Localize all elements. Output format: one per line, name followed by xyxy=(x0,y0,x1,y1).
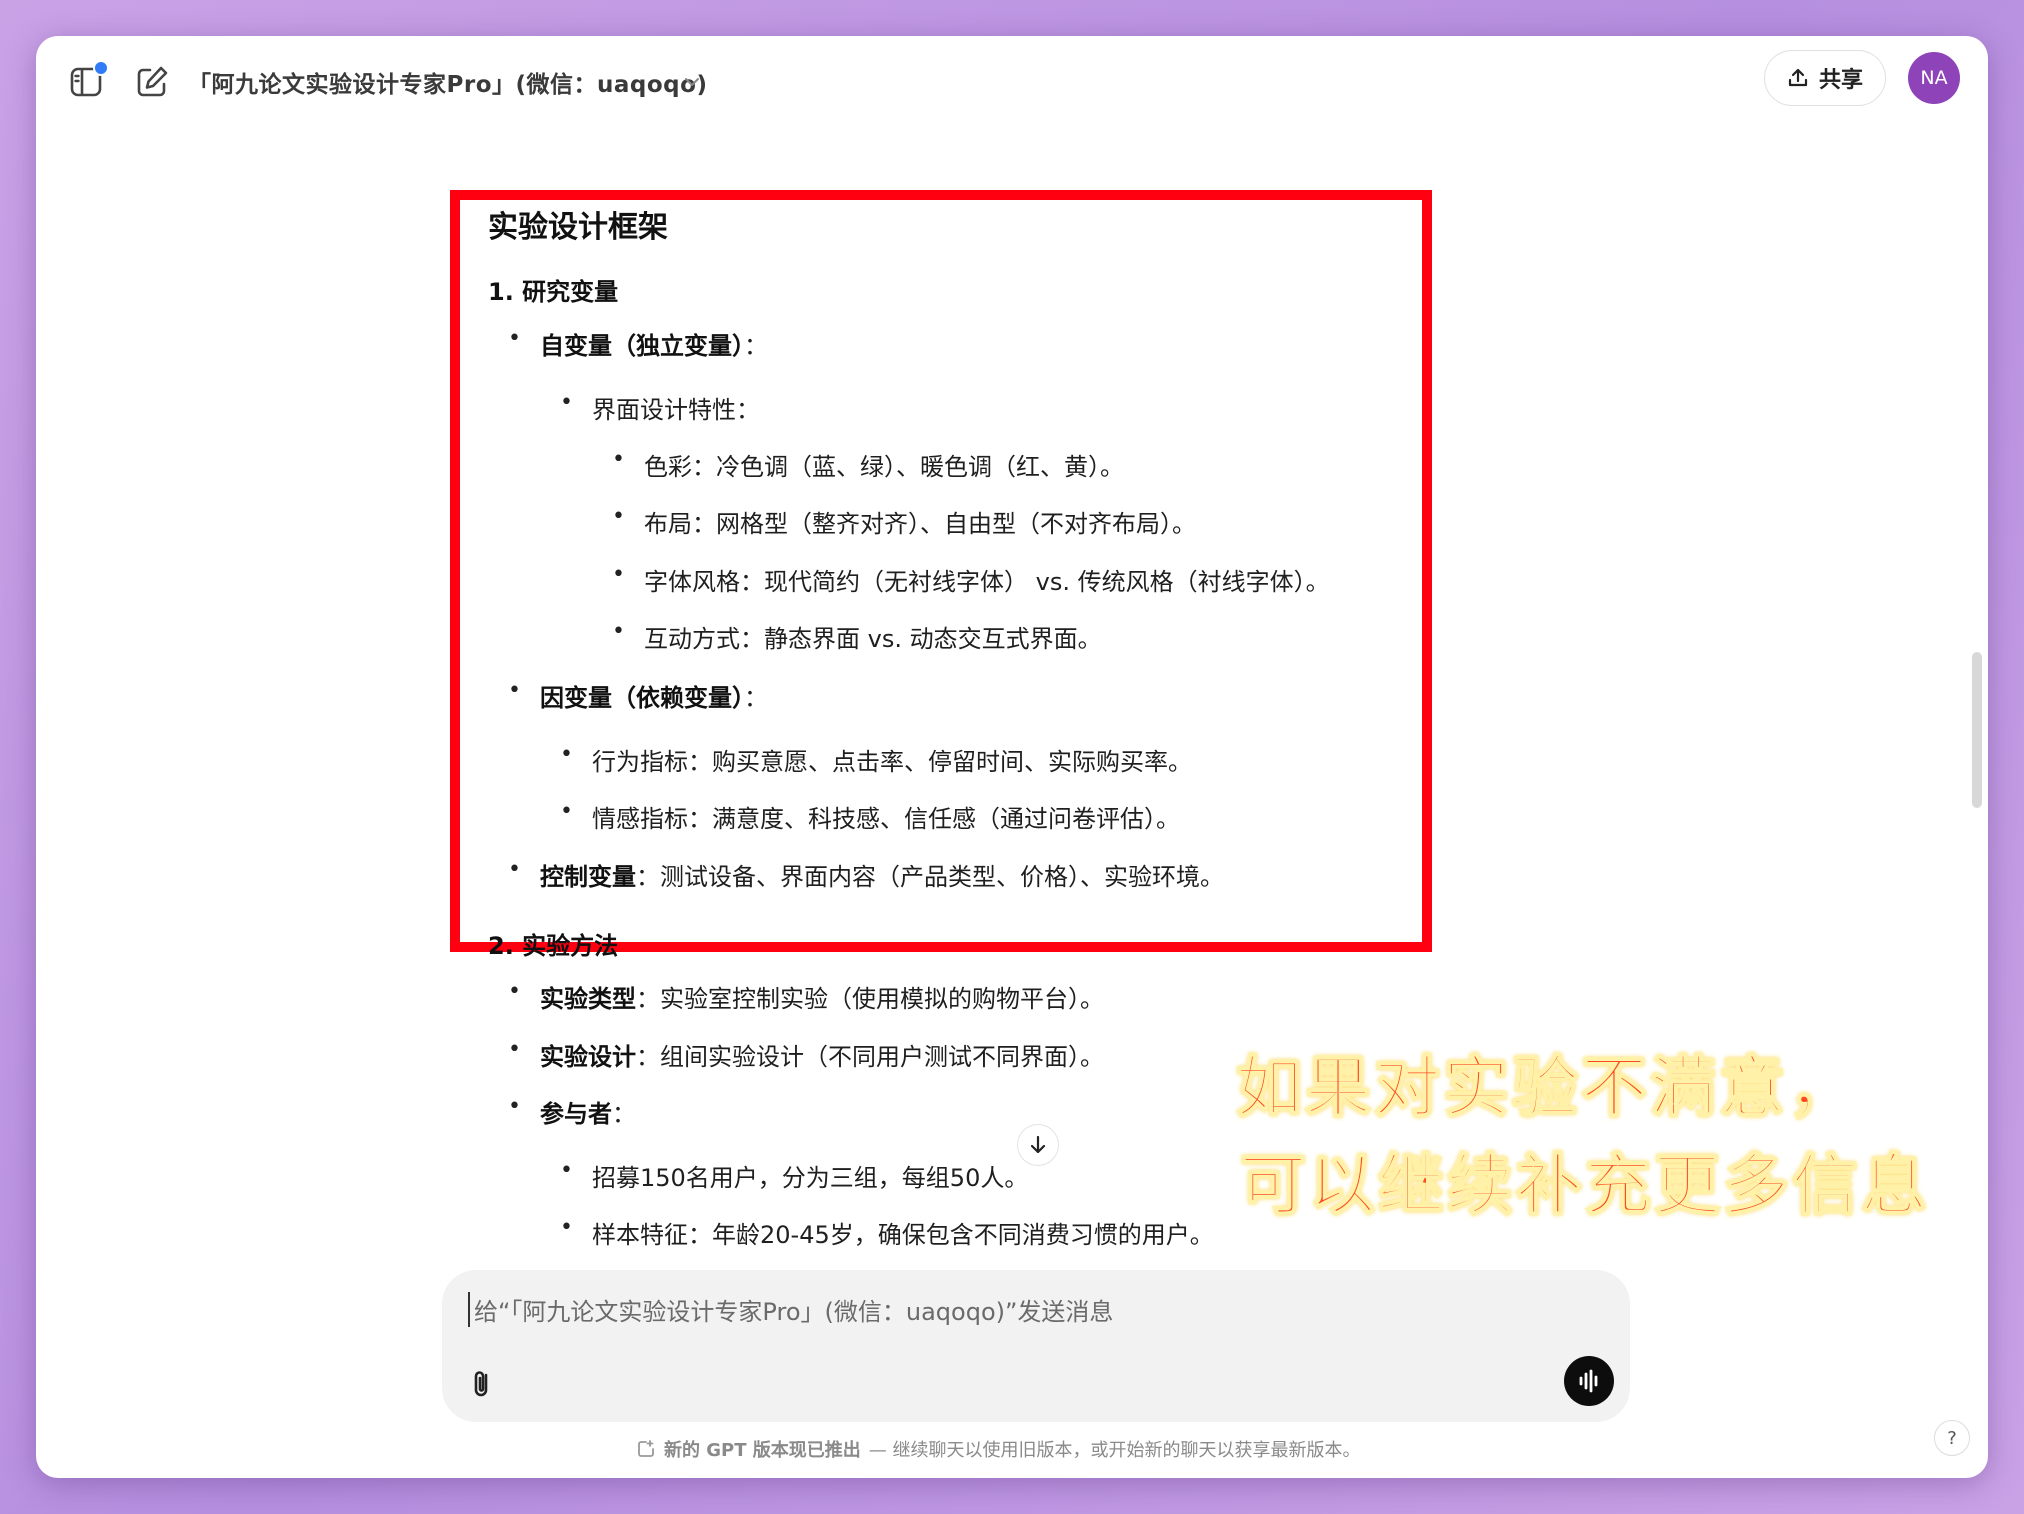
iv-colon: ： xyxy=(744,332,768,360)
dv-label: 因变量（依赖变量） xyxy=(540,684,744,712)
gpt-title[interactable]: 「阿九论文实验设计专家Pro」(微信：uaqoqo) xyxy=(188,65,707,99)
list-item-sample: 样本特征：年龄20-45岁，确保包含不同消费习惯的用户。 xyxy=(560,1215,1214,1250)
conversation-area: 实验设计框架 1. 研究变量 自变量（独立变量）： 界面设计特性： 色彩：冷色调… xyxy=(36,126,1988,1266)
notification-dot xyxy=(93,60,109,76)
design-label: 实验设计 xyxy=(540,1043,636,1071)
chevron-down-icon[interactable] xyxy=(682,72,702,92)
section-heading-method: 2. 实验方法 xyxy=(488,932,619,960)
overlay-caption-line1: 如果对实验不满意， xyxy=(1235,1048,1857,1127)
interaction-label: 互动方式： xyxy=(644,625,764,653)
layout-label: 布局： xyxy=(644,510,716,538)
layout-text: 网格型（整齐对齐）、自由型（不对齐布局）。 xyxy=(716,510,1196,538)
type-text: ：实验室控制实验（使用模拟的购物平台）。 xyxy=(636,985,1104,1013)
list-item-interaction: 互动方式：静态界面 vs. 动态交互式界面。 xyxy=(612,619,1102,654)
color-label: 色彩： xyxy=(644,453,716,481)
message-input[interactable]: 给“「阿九论文实验设计专家Pro」(微信：uaqoqo)”发送消息 xyxy=(468,1292,1113,1327)
list-item-participants: 参与者： xyxy=(508,1094,636,1129)
list-item-control-variable: 控制变量：测试设备、界面内容（产品类型、价格）、实验环境。 xyxy=(508,857,1224,892)
color-text: 冷色调（蓝、绿）、暖色调（红、黄）。 xyxy=(716,453,1124,481)
cv-label: 控制变量 xyxy=(540,863,636,891)
avatar[interactable]: NA xyxy=(1908,52,1960,104)
new-chat-icon[interactable] xyxy=(134,64,170,100)
type-label: 实验类型 xyxy=(540,985,636,1013)
list-item-independent-variable: 自变量（独立变量）： xyxy=(508,326,768,361)
participants-label: 参与者 xyxy=(540,1100,612,1128)
top-bar: 「阿九论文实验设计专家Pro」(微信：uaqoqo) 共享 NA xyxy=(36,36,1988,126)
audio-waveform-icon xyxy=(1579,1369,1598,1393)
help-button[interactable]: ? xyxy=(1934,1420,1970,1456)
interaction-text: 静态界面 vs. 动态交互式界面。 xyxy=(764,625,1102,653)
sidebar-toggle-icon[interactable] xyxy=(69,60,109,100)
upload-icon xyxy=(1788,68,1808,87)
list-item-font-style: 字体风格：现代简约（无衬线字体） vs. 传统风格（衬线字体）。 xyxy=(612,562,1330,597)
footer-notice: 新的 GPT 版本现已推出 — 继续聊天以使用旧版本，或开始新的聊天以获享最新版… xyxy=(636,1436,1361,1462)
list-item-dependent-variable: 因变量（依赖变量）： xyxy=(508,678,768,713)
voice-mode-button[interactable] xyxy=(1564,1356,1614,1406)
scrollbar[interactable] xyxy=(1972,652,1982,808)
design-text: ：组间实验设计（不同用户测试不同界面）。 xyxy=(636,1043,1104,1071)
share-button[interactable]: 共享 xyxy=(1764,50,1886,106)
share-label: 共享 xyxy=(1818,68,1863,93)
notice-rest: — 继续聊天以使用旧版本，或开始新的聊天以获享最新版本。 xyxy=(868,1440,1361,1461)
dv-colon: ： xyxy=(744,684,768,712)
participants-colon: ： xyxy=(612,1100,636,1128)
section-title: 实验设计框架 xyxy=(488,210,668,245)
cv-text: ：测试设备、界面内容（产品类型、价格）、实验环境。 xyxy=(636,863,1224,891)
list-item-recruit: 招募150名用户，分为三组，每组50人。 xyxy=(560,1158,1028,1193)
iv-label: 自变量（独立变量） xyxy=(540,332,744,360)
message-composer[interactable]: 给“「阿九论文实验设计专家Pro」(微信：uaqoqo)”发送消息 xyxy=(442,1270,1630,1422)
list-item-layout: 布局：网格型（整齐对齐）、自由型（不对齐布局）。 xyxy=(612,504,1196,539)
paperclip-icon[interactable] xyxy=(466,1366,500,1400)
notice-bold[interactable]: 新的 GPT 版本现已推出 xyxy=(664,1436,861,1462)
section-heading-variables: 1. 研究变量 xyxy=(488,278,619,306)
font-label: 字体风格： xyxy=(644,568,764,596)
app-window: 「阿九论文实验设计专家Pro」(微信：uaqoqo) 共享 NA 实验设计框架 … xyxy=(36,36,1988,1478)
font-text: 现代简约（无衬线字体） vs. 传统风格（衬线字体）。 xyxy=(764,568,1330,596)
list-item-ui-features: 界面设计特性： xyxy=(560,390,760,425)
scroll-down-button[interactable] xyxy=(1017,1124,1059,1166)
list-item-color: 色彩：冷色调（蓝、绿）、暖色调（红、黄）。 xyxy=(612,447,1124,482)
list-item-behavior-metrics: 行为指标：购买意愿、点击率、停留时间、实际购买率。 xyxy=(560,742,1192,777)
new-version-icon xyxy=(638,1440,654,1457)
list-item-experiment-type: 实验类型：实验室控制实验（使用模拟的购物平台）。 xyxy=(508,979,1104,1014)
arrow-down-icon xyxy=(1030,1135,1046,1154)
list-item-experiment-design: 实验设计：组间实验设计（不同用户测试不同界面）。 xyxy=(508,1037,1104,1072)
overlay-caption-line2: 可以继续补充更多信息 xyxy=(1239,1146,1930,1225)
list-item-emotion-metrics: 情感指标：满意度、科技感、信任感（通过问卷评估）。 xyxy=(560,799,1180,834)
